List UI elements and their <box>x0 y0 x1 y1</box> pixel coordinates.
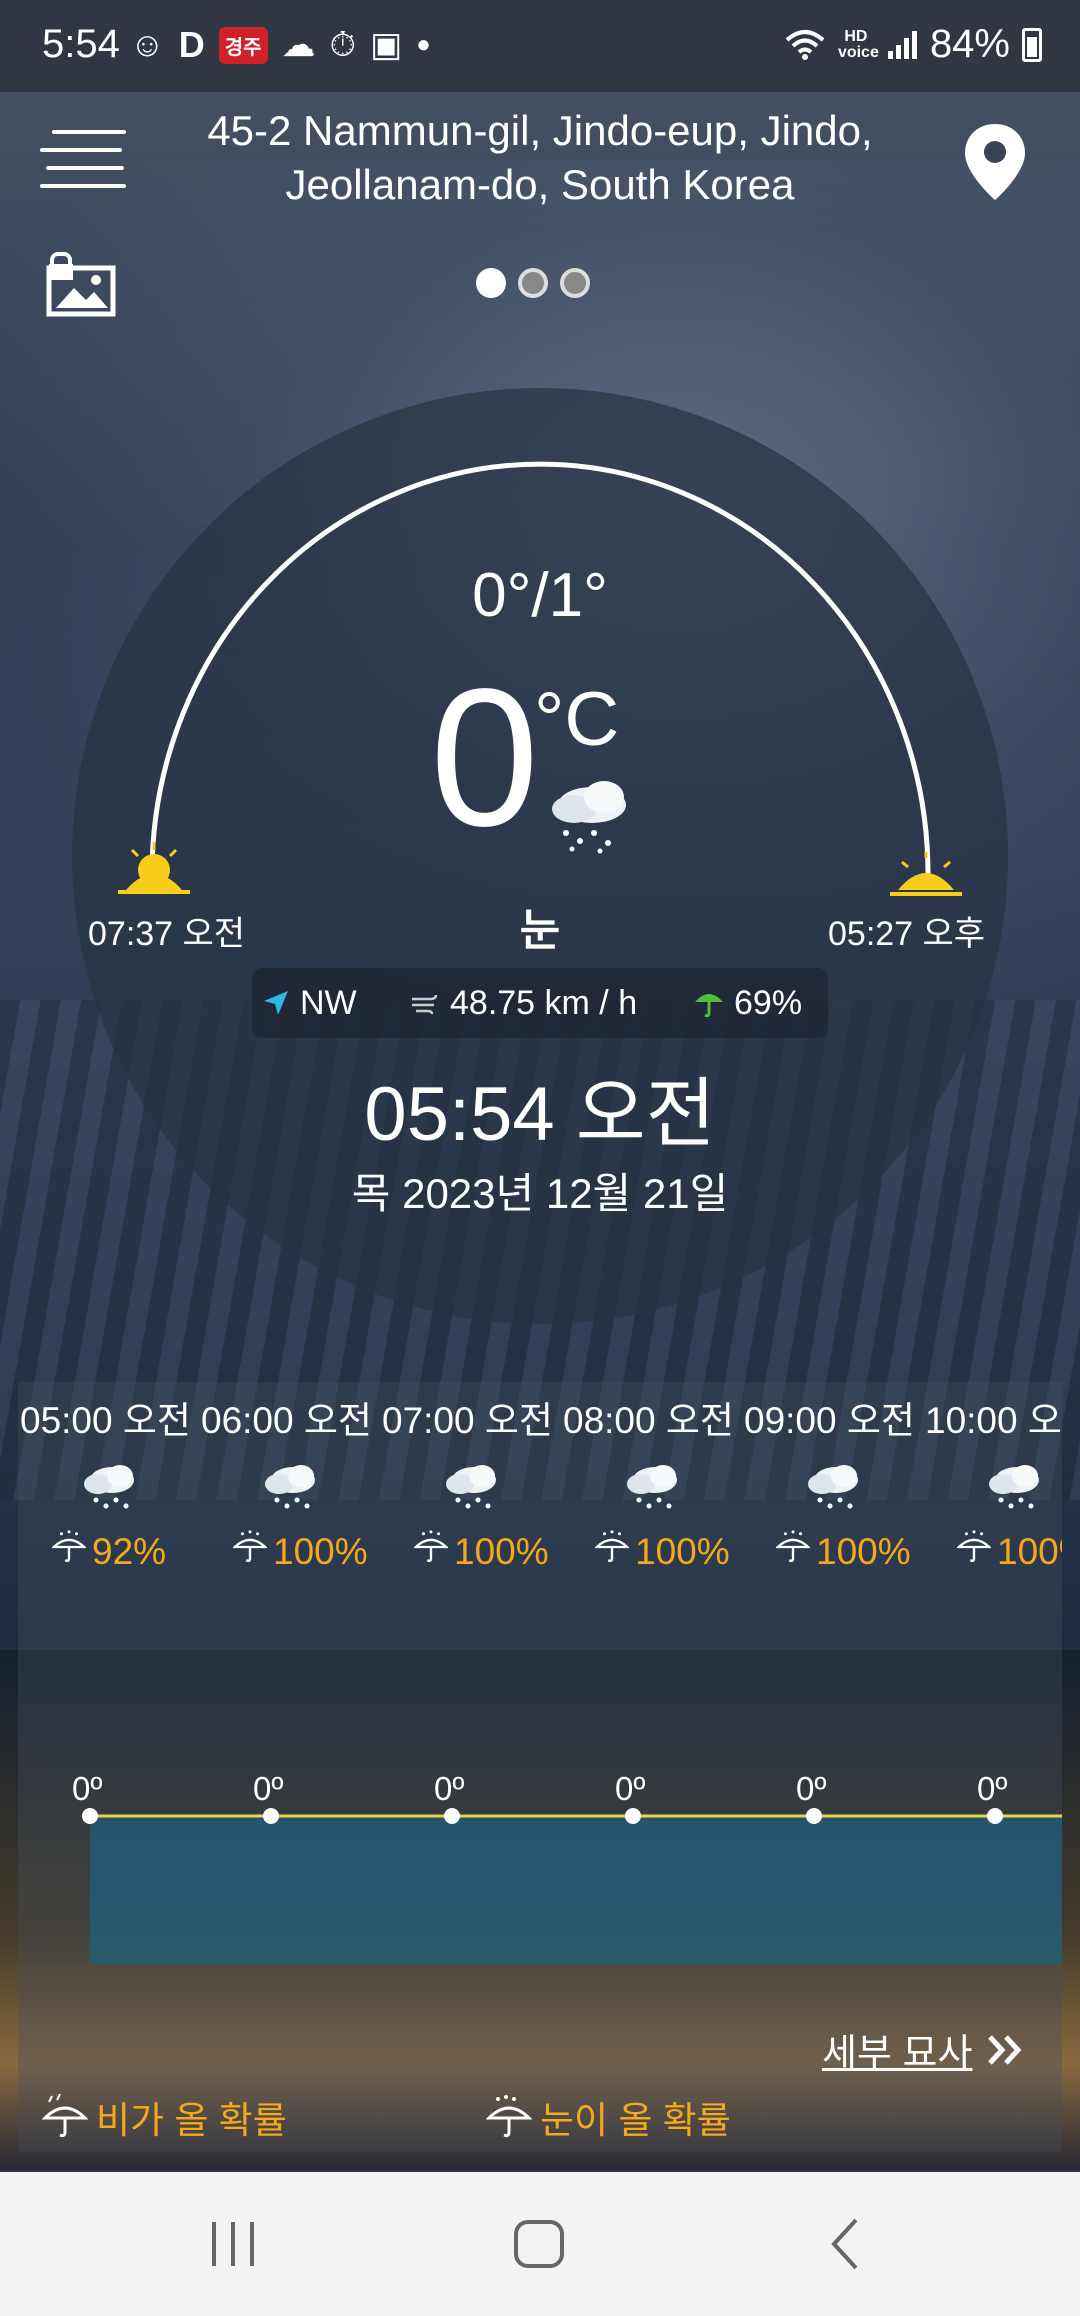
back-icon[interactable] <box>820 2212 870 2276</box>
recent-apps-icon[interactable] <box>206 2212 260 2276</box>
navigation-bar <box>0 2172 1080 2316</box>
home-icon[interactable] <box>508 2212 572 2276</box>
temp-label: 0º <box>796 1770 827 1807</box>
temp-label: 0º <box>72 1770 103 1807</box>
temp-point <box>263 1808 279 1824</box>
snow-umbrella-icon <box>486 2095 532 2138</box>
temp-point <box>987 1808 1003 1824</box>
legend-rain-label: 비가 올 확률 <box>96 2100 287 2141</box>
temp-graph-fill <box>90 1816 1062 1964</box>
temp-point <box>444 1808 460 1824</box>
temp-point <box>625 1808 641 1824</box>
temp-point <box>82 1808 98 1824</box>
detail-link[interactable]: 세부 묘사 <box>822 2022 1026 2077</box>
legend-snow: 눈이 올 확률 <box>486 2090 731 2144</box>
temp-label: 0º <box>615 1770 646 1807</box>
temp-label: 0º <box>977 1770 1008 1807</box>
double-chevron-icon <box>988 2034 1022 2065</box>
temp-graph <box>82 1808 1062 1964</box>
detail-link-label: 세부 묘사 <box>822 2033 973 2075</box>
rain-umbrella-icon <box>42 2094 88 2138</box>
legend-snow-label: 눈이 올 확률 <box>540 2100 731 2141</box>
temp-label: 0º <box>434 1770 465 1807</box>
temp-point <box>806 1808 822 1824</box>
legend-rain: 비가 올 확률 <box>42 2090 287 2144</box>
temp-label: 0º <box>253 1770 284 1807</box>
